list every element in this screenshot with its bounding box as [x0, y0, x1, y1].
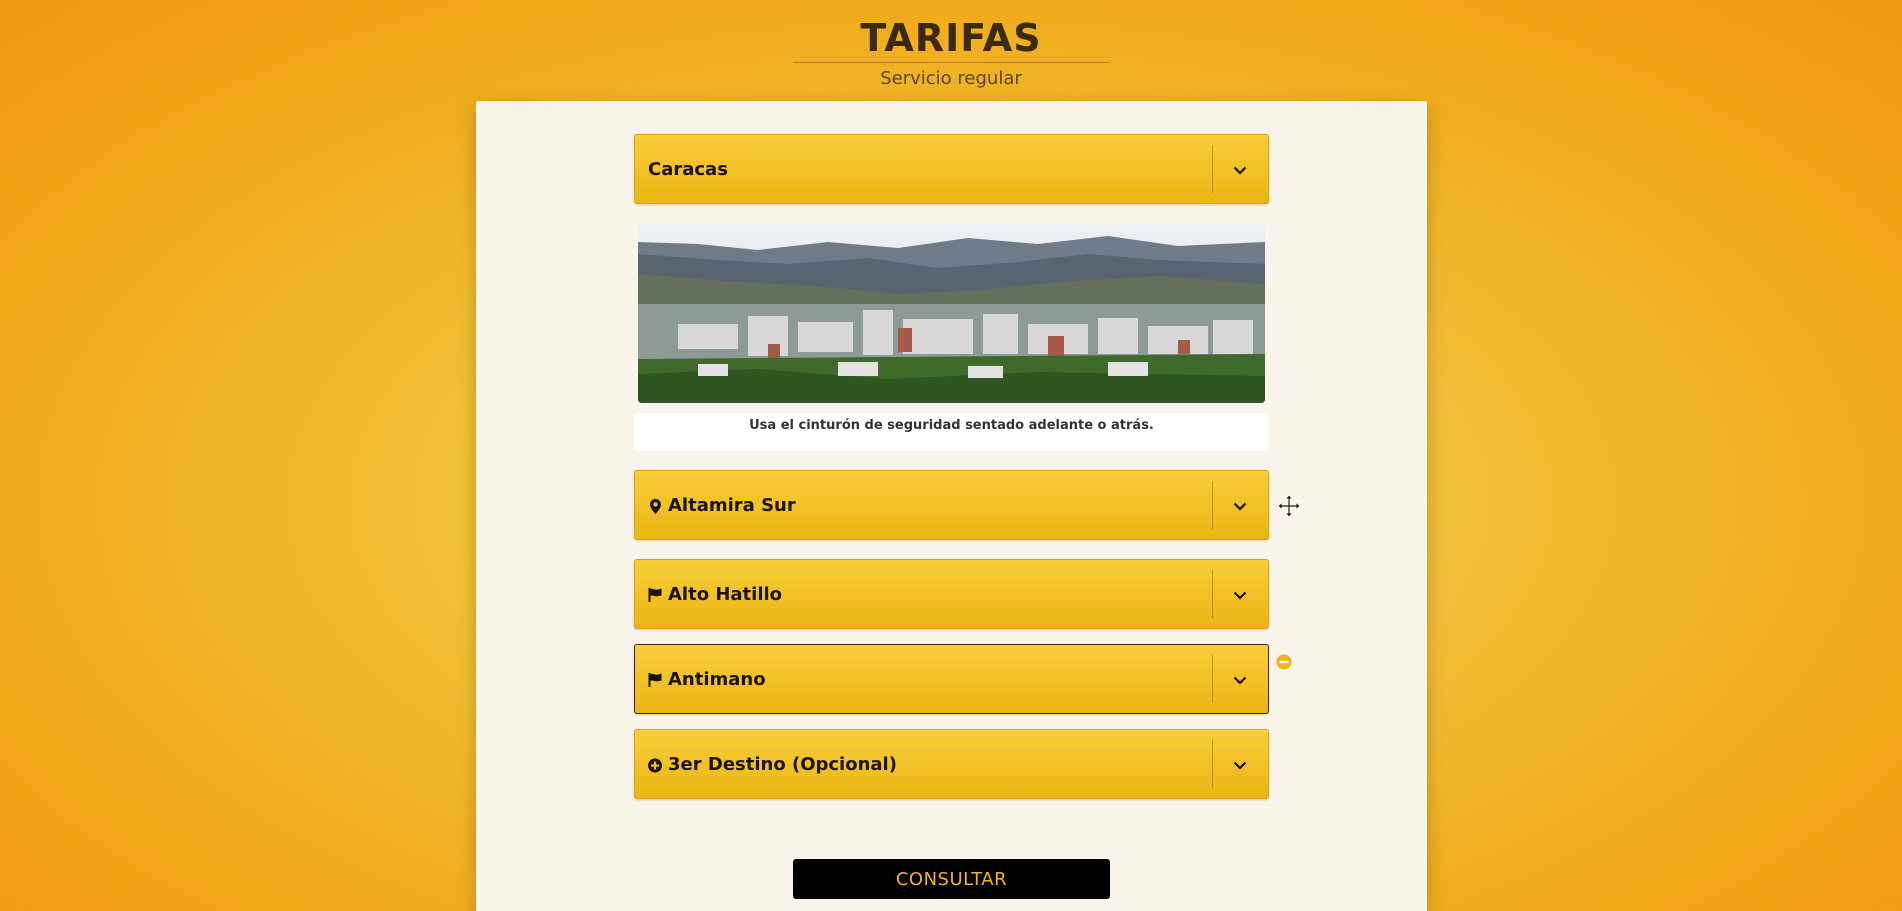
select-divider [1212, 145, 1213, 193]
destination-1-label: Alto Hatillo [668, 584, 783, 605]
photo-caption: Usa el cinturón de seguridad sentado ade… [634, 413, 1269, 451]
destination-3-select[interactable]: 3er Destino (Opcional) [634, 729, 1269, 799]
destination-2-select[interactable]: Antimano [634, 644, 1269, 714]
select-divider [1212, 655, 1213, 703]
select-divider [1212, 481, 1213, 529]
city-photo [638, 224, 1265, 403]
destination-3-label: 3er Destino (Opcional) [668, 754, 897, 775]
consultar-button[interactable]: CONSULTAR [793, 859, 1110, 899]
select-divider [1212, 570, 1213, 618]
select-divider [1212, 740, 1213, 788]
origin-select[interactable]: Altamira Sur [634, 470, 1269, 540]
move-icon[interactable] [1277, 494, 1301, 518]
page-title: TARIFAS [793, 14, 1109, 63]
chevron-down-icon[interactable] [1225, 161, 1255, 179]
chevron-down-icon[interactable] [1225, 671, 1255, 689]
destination-2-label: Antimano [668, 669, 766, 690]
destination-1-select[interactable]: Alto Hatillo [634, 559, 1269, 629]
flag-icon [648, 671, 662, 689]
remove-destination-icon[interactable] [1276, 654, 1292, 670]
chevron-down-icon[interactable] [1225, 586, 1255, 604]
flag-icon [648, 586, 662, 604]
chevron-down-icon[interactable] [1225, 497, 1255, 515]
page-subtitle: Servicio regular [880, 68, 1022, 89]
city-select[interactable]: Caracas [634, 134, 1269, 204]
map-marker-icon [648, 497, 662, 515]
origin-select-label: Altamira Sur [668, 495, 796, 516]
chevron-down-icon[interactable] [1225, 756, 1255, 774]
city-select-label: Caracas [648, 159, 728, 180]
plus-circle-icon [648, 756, 662, 774]
